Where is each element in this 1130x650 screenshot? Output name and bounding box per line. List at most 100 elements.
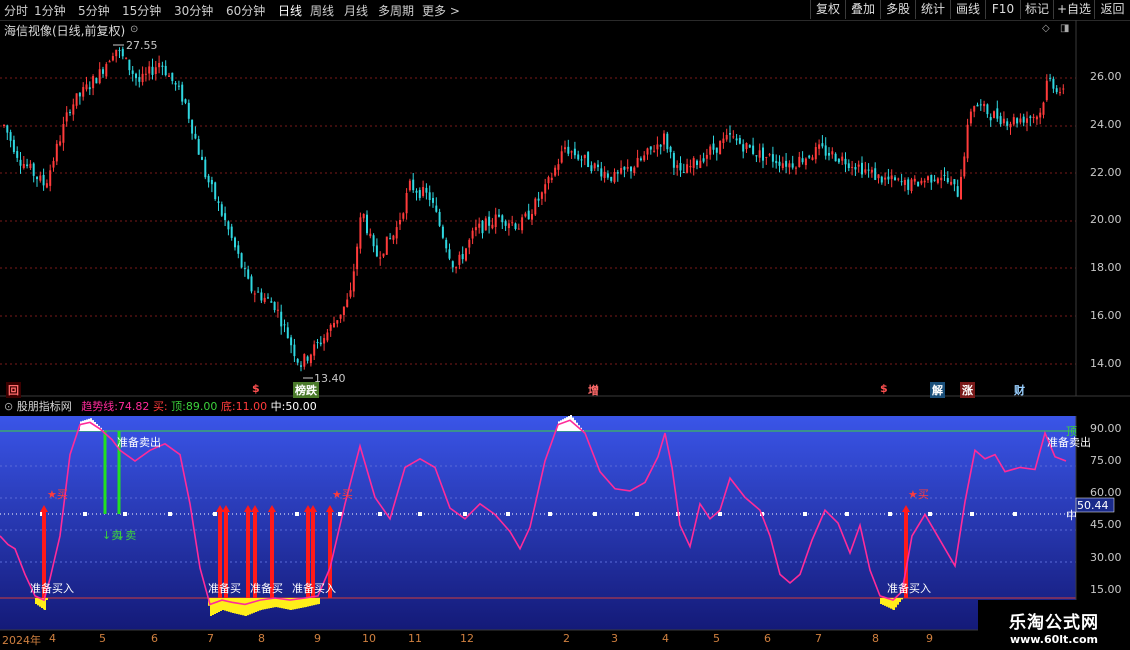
panel-icon[interactable]: ◨ [1060,23,1069,34]
event-marker[interactable]: 财 [1012,382,1027,398]
candle-body [771,154,774,162]
candle-body [88,87,91,90]
bottom-fill-bar [275,598,277,607]
candle-body [474,227,477,231]
candle-body [164,65,167,76]
candle-body [141,73,144,83]
candle-body [831,151,834,155]
candle-body [1035,116,1038,120]
candle-body [765,156,768,158]
candle-body [504,221,507,226]
candle-body [342,306,345,315]
trend-value: 74.82 [117,400,150,413]
candle-body [762,147,764,161]
candle-body [243,268,246,270]
candle-body [540,192,543,199]
candle-body [950,181,953,185]
candle-body [494,214,497,228]
event-marker[interactable]: 涨 [960,382,975,398]
candle-body [963,156,966,177]
candle-body [29,163,32,169]
x-axis-label: 11 [408,632,422,645]
candle-body [864,169,867,173]
indicator-tick: 75.00 [1090,454,1122,467]
candle-body [283,324,286,326]
event-marker[interactable]: $ [250,382,262,395]
mid-dot [338,512,342,516]
bottom-fill-bar [318,598,320,604]
candle-body [745,142,748,150]
mid-line-label: 中 [1066,509,1077,522]
mid-value: 50.00 [285,400,317,413]
price-tick: 24.00 [1090,118,1122,131]
bottom-fill-bar [216,598,218,613]
candle-body [461,254,464,260]
candle-body [692,158,695,168]
candle-body [108,61,111,63]
bottom-fill-bar [897,598,899,605]
x-axis-label: 12 [460,632,474,645]
candle-body [458,254,461,265]
event-marker[interactable]: 解 [930,382,945,398]
x-axis-label: 8 [258,632,265,645]
x-axis-label: 6 [764,632,771,645]
bottom-value: 11.00 [235,400,268,413]
dropdown-icon[interactable]: ⊙ [130,24,138,35]
candle-body [742,144,745,152]
candle-body [775,160,778,164]
candle-body [933,179,936,181]
candle-body [151,66,154,75]
candle-body [415,190,418,193]
candle-body [544,184,547,194]
candle-body [1055,88,1058,93]
candle-body [821,143,824,147]
price-tick: 22.00 [1090,166,1122,179]
candle-body [610,176,613,181]
diamond-icon[interactable]: ◇ [1042,23,1050,34]
top-fill-bar [88,418,90,431]
candle-body [550,177,553,180]
candle-body [408,180,411,191]
candle-body [633,167,636,173]
bottom-fill-bar [210,598,212,616]
candle-body [224,213,227,221]
candle-body [375,245,378,257]
candle-body [646,148,649,155]
bottom-fill-bar [240,598,242,615]
candle-body [795,167,797,169]
candle-body [78,92,81,97]
candle-body [1029,116,1032,118]
candle-body [296,359,299,363]
event-marker[interactable]: $ [878,382,890,395]
candle-body [960,176,962,200]
candle-body [55,143,58,162]
watermark-url: www.60lt.com [1009,633,1099,646]
bottom-fill-bar [302,598,304,608]
event-marker[interactable]: 增 [586,382,601,398]
bottom-fill-bar [307,598,309,607]
candle-body [620,167,623,174]
candle-body [597,164,599,168]
candle-body [653,150,656,152]
bottom-fill-bar [230,598,232,613]
x-axis-label: 5 [99,632,106,645]
candle-body [52,161,55,168]
candle-body [758,150,761,158]
candle-body [936,178,939,183]
sell-signal: ↓卖 [116,529,137,542]
mid-dot [845,512,849,516]
candle-body [204,159,207,178]
event-marker[interactable]: 榜跌 [293,382,319,398]
event-marker[interactable]: 回 [6,382,21,398]
candle-body [887,176,890,180]
candle-body [570,151,573,153]
candle-body [138,77,141,82]
bottom-fill-bar [46,598,48,600]
candle-body [689,166,692,168]
candle-body [897,178,900,180]
indicator-dropdown-icon[interactable]: ⊙ [4,400,13,413]
candle-body [125,57,128,59]
mid-dot [928,512,932,516]
mid-dot [295,512,299,516]
candle-body [788,163,791,168]
